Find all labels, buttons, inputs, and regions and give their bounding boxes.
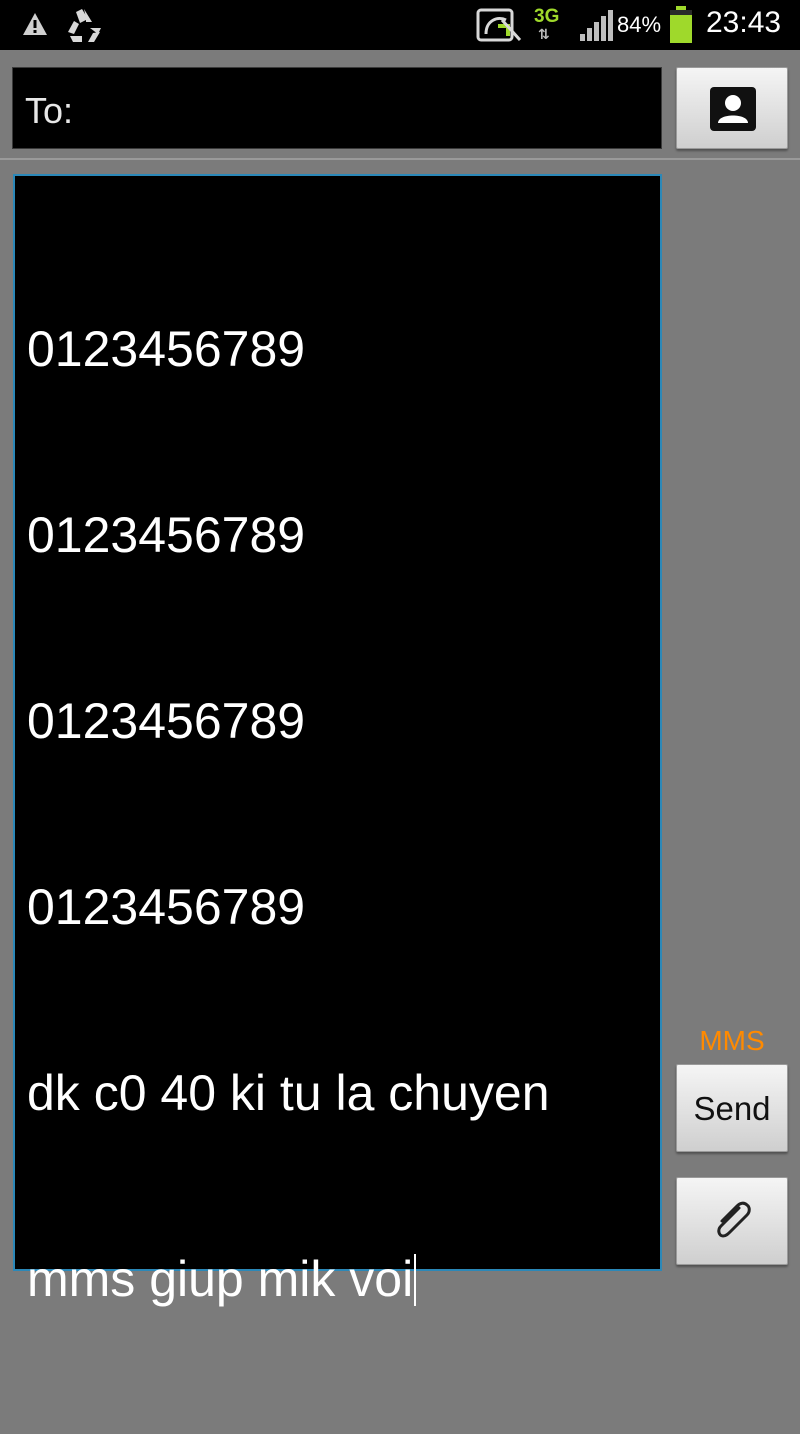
message-line: 0123456789 bbox=[27, 507, 306, 563]
message-type-indicator: MMS bbox=[699, 1025, 765, 1056]
recycle-icon bbox=[64, 6, 104, 49]
attach-button[interactable] bbox=[676, 1177, 788, 1265]
send-button[interactable]: Send bbox=[676, 1064, 788, 1152]
battery-percent: 84% bbox=[617, 12, 662, 37]
recipient-label: To: bbox=[25, 90, 74, 131]
message-line: 0123456789 bbox=[27, 693, 306, 749]
signal-icon bbox=[578, 10, 614, 47]
message-line: dk c0 40 ki tu la chuyen bbox=[27, 1065, 550, 1121]
message-line: 0123456789 bbox=[27, 321, 306, 377]
message-input[interactable]: 0123456789 0123456789 0123456789 0123456… bbox=[13, 174, 662, 1307]
message-line: mms giup mik voi bbox=[27, 1251, 414, 1307]
recipient-field[interactable]: To: bbox=[12, 67, 662, 149]
network-indicator: 3G ⇅ bbox=[534, 4, 564, 44]
message-line: 0123456789 bbox=[27, 879, 306, 935]
network-type: 3G bbox=[534, 6, 560, 27]
status-bar: 3G ⇅ 84% 23:43 bbox=[0, 0, 800, 50]
data-arrows-icon: ⇅ bbox=[538, 26, 550, 42]
contact-picker-button[interactable] bbox=[676, 67, 788, 149]
sync-icon bbox=[476, 6, 522, 49]
warning-icon bbox=[22, 12, 48, 41]
message-line-last: mms giup mik voi bbox=[27, 1248, 647, 1310]
clock: 23:43 bbox=[706, 6, 782, 39]
paperclip-icon bbox=[709, 1198, 757, 1251]
text-caret bbox=[414, 1254, 417, 1306]
battery-icon bbox=[668, 6, 694, 49]
contact-icon bbox=[710, 87, 756, 136]
message-text: 0123456789 0123456789 0123456789 0123456… bbox=[27, 194, 647, 1434]
divider bbox=[0, 158, 800, 160]
